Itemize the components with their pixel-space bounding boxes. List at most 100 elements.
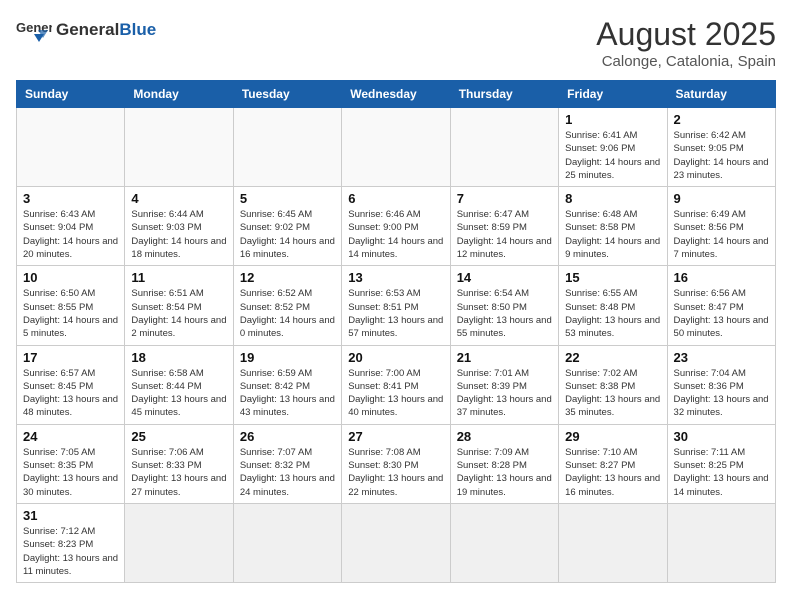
calendar-day-cell — [450, 503, 558, 582]
day-info: Sunrise: 6:57 AM Sunset: 8:45 PM Dayligh… — [23, 367, 118, 420]
day-info: Sunrise: 6:51 AM Sunset: 8:54 PM Dayligh… — [131, 287, 226, 340]
day-number: 3 — [23, 191, 118, 206]
calendar-day-cell: 28 Sunrise: 7:09 AM Sunset: 8:28 PM Dayli… — [450, 424, 558, 503]
day-number: 25 — [131, 429, 226, 444]
calendar-week-row: 3Sunrise: 6:43 AM Sunset: 9:04 PM Daylig… — [17, 187, 776, 266]
day-number: 29 — [565, 429, 660, 444]
calendar-day-cell: 12 Sunrise: 6:52 AM Sunset: 8:52 PM Dayli… — [233, 266, 341, 345]
month-title: August 2025 — [596, 16, 776, 53]
logo-text: GeneralBlue — [56, 21, 156, 40]
day-info: Sunrise: 7:11 AM Sunset: 8:25 PM Dayligh… — [674, 446, 769, 499]
calendar-day-cell — [125, 503, 233, 582]
calendar-day-cell: 21Sunrise: 7:01 AM Sunset: 8:39 PM Dayli… — [450, 345, 558, 424]
title-area: August 2025 Calonge, Catalonia, Spain — [596, 16, 776, 70]
day-info: Sunrise: 7:08 AM Sunset: 8:30 PM Dayligh… — [348, 446, 443, 499]
calendar-day-cell: 7Sunrise: 6:47 AM Sunset: 8:59 PM Daylig… — [450, 187, 558, 266]
calendar-day-cell: 23 Sunrise: 7:04 AM Sunset: 8:36 PM Dayli… — [667, 345, 775, 424]
calendar-day-cell: 22 Sunrise: 7:02 AM Sunset: 8:38 PM Dayli… — [559, 345, 667, 424]
day-number: 6 — [348, 191, 443, 206]
weekday-header: Monday — [125, 81, 233, 108]
calendar-day-cell: 14Sunrise: 6:54 AM Sunset: 8:50 PM Dayli… — [450, 266, 558, 345]
day-number: 5 — [240, 191, 335, 206]
day-info: Sunrise: 6:42 AM Sunset: 9:05 PM Dayligh… — [674, 129, 769, 182]
day-number: 15 — [565, 270, 660, 285]
day-info: Sunrise: 6:47 AM Sunset: 8:59 PM Dayligh… — [457, 208, 552, 261]
weekday-header: Tuesday — [233, 81, 341, 108]
day-info: Sunrise: 7:02 AM Sunset: 8:38 PM Dayligh… — [565, 367, 660, 420]
calendar-day-cell — [125, 108, 233, 187]
day-info: Sunrise: 6:41 AM Sunset: 9:06 PM Dayligh… — [565, 129, 660, 182]
calendar-day-cell: 24 Sunrise: 7:05 AM Sunset: 8:35 PM Dayli… — [17, 424, 125, 503]
weekday-header: Thursday — [450, 81, 558, 108]
day-number: 22 — [565, 350, 660, 365]
calendar-day-cell: 3Sunrise: 6:43 AM Sunset: 9:04 PM Daylig… — [17, 187, 125, 266]
day-number: 31 — [23, 508, 118, 523]
calendar-day-cell: 30Sunrise: 7:11 AM Sunset: 8:25 PM Dayli… — [667, 424, 775, 503]
weekday-header: Wednesday — [342, 81, 450, 108]
logo-icon: General — [16, 16, 52, 44]
calendar-day-cell: 8Sunrise: 6:48 AM Sunset: 8:58 PM Daylig… — [559, 187, 667, 266]
calendar-day-cell: 4 Sunrise: 6:44 AM Sunset: 9:03 PM Daylig… — [125, 187, 233, 266]
calendar-day-cell — [17, 108, 125, 187]
calendar-week-row: 24 Sunrise: 7:05 AM Sunset: 8:35 PM Dayli… — [17, 424, 776, 503]
day-number: 23 — [674, 350, 769, 365]
day-info: Sunrise: 6:50 AM Sunset: 8:55 PM Dayligh… — [23, 287, 118, 340]
calendar-week-row: 10Sunrise: 6:50 AM Sunset: 8:55 PM Dayli… — [17, 266, 776, 345]
day-number: 4 — [131, 191, 226, 206]
svg-text:General: General — [16, 20, 52, 35]
logo-general: General — [56, 20, 119, 39]
day-info: Sunrise: 6:44 AM Sunset: 9:03 PM Dayligh… — [131, 208, 226, 261]
location-subtitle: Calonge, Catalonia, Spain — [596, 53, 776, 70]
day-number: 20 — [348, 350, 443, 365]
calendar-day-cell: 2 Sunrise: 6:42 AM Sunset: 9:05 PM Daylig… — [667, 108, 775, 187]
day-number: 28 — [457, 429, 552, 444]
logo: General GeneralBlue — [16, 16, 156, 44]
day-info: Sunrise: 6:59 AM Sunset: 8:42 PM Dayligh… — [240, 367, 335, 420]
calendar-week-row: 31Sunrise: 7:12 AM Sunset: 8:23 PM Dayli… — [17, 503, 776, 582]
day-info: Sunrise: 7:00 AM Sunset: 8:41 PM Dayligh… — [348, 367, 443, 420]
calendar-day-cell: 25 Sunrise: 7:06 AM Sunset: 8:33 PM Dayli… — [125, 424, 233, 503]
weekday-header-row: SundayMondayTuesdayWednesdayThursdayFrid… — [17, 81, 776, 108]
day-number: 13 — [348, 270, 443, 285]
day-info: Sunrise: 7:06 AM Sunset: 8:33 PM Dayligh… — [131, 446, 226, 499]
day-info: Sunrise: 6:52 AM Sunset: 8:52 PM Dayligh… — [240, 287, 335, 340]
day-info: Sunrise: 7:05 AM Sunset: 8:35 PM Dayligh… — [23, 446, 118, 499]
weekday-header: Friday — [559, 81, 667, 108]
calendar-day-cell — [342, 108, 450, 187]
day-info: Sunrise: 7:09 AM Sunset: 8:28 PM Dayligh… — [457, 446, 552, 499]
calendar-table: SundayMondayTuesdayWednesdayThursdayFrid… — [16, 80, 776, 583]
calendar-day-cell: 9Sunrise: 6:49 AM Sunset: 8:56 PM Daylig… — [667, 187, 775, 266]
calendar-day-cell — [667, 503, 775, 582]
day-info: Sunrise: 6:45 AM Sunset: 9:02 PM Dayligh… — [240, 208, 335, 261]
calendar-week-row: 17Sunrise: 6:57 AM Sunset: 8:45 PM Dayli… — [17, 345, 776, 424]
day-number: 16 — [674, 270, 769, 285]
calendar-day-cell — [342, 503, 450, 582]
day-info: Sunrise: 6:49 AM Sunset: 8:56 PM Dayligh… — [674, 208, 769, 261]
day-number: 12 — [240, 270, 335, 285]
day-number: 18 — [131, 350, 226, 365]
calendar-day-cell: 19Sunrise: 6:59 AM Sunset: 8:42 PM Dayli… — [233, 345, 341, 424]
day-info: Sunrise: 6:54 AM Sunset: 8:50 PM Dayligh… — [457, 287, 552, 340]
calendar-day-cell: 15Sunrise: 6:55 AM Sunset: 8:48 PM Dayli… — [559, 266, 667, 345]
day-info: Sunrise: 6:46 AM Sunset: 9:00 PM Dayligh… — [348, 208, 443, 261]
calendar-day-cell: 20 Sunrise: 7:00 AM Sunset: 8:41 PM Dayli… — [342, 345, 450, 424]
calendar-day-cell: 26Sunrise: 7:07 AM Sunset: 8:32 PM Dayli… — [233, 424, 341, 503]
day-number: 24 — [23, 429, 118, 444]
day-number: 2 — [674, 112, 769, 127]
calendar-day-cell: 6 Sunrise: 6:46 AM Sunset: 9:00 PM Daylig… — [342, 187, 450, 266]
calendar-day-cell: 13 Sunrise: 6:53 AM Sunset: 8:51 PM Dayli… — [342, 266, 450, 345]
logo-blue: Blue — [119, 20, 156, 39]
calendar-day-cell: 11Sunrise: 6:51 AM Sunset: 8:54 PM Dayli… — [125, 266, 233, 345]
day-info: Sunrise: 6:53 AM Sunset: 8:51 PM Dayligh… — [348, 287, 443, 340]
day-info: Sunrise: 7:04 AM Sunset: 8:36 PM Dayligh… — [674, 367, 769, 420]
calendar-day-cell: 27Sunrise: 7:08 AM Sunset: 8:30 PM Dayli… — [342, 424, 450, 503]
day-info: Sunrise: 7:01 AM Sunset: 8:39 PM Dayligh… — [457, 367, 552, 420]
calendar-day-cell: 17Sunrise: 6:57 AM Sunset: 8:45 PM Dayli… — [17, 345, 125, 424]
calendar-day-cell: 10Sunrise: 6:50 AM Sunset: 8:55 PM Dayli… — [17, 266, 125, 345]
page-header: General GeneralBlue August 2025 Calonge,… — [16, 16, 776, 70]
calendar-day-cell: 29Sunrise: 7:10 AM Sunset: 8:27 PM Dayli… — [559, 424, 667, 503]
weekday-header: Sunday — [17, 81, 125, 108]
calendar-day-cell: 18Sunrise: 6:58 AM Sunset: 8:44 PM Dayli… — [125, 345, 233, 424]
calendar-day-cell — [233, 108, 341, 187]
calendar-day-cell: 16Sunrise: 6:56 AM Sunset: 8:47 PM Dayli… — [667, 266, 775, 345]
